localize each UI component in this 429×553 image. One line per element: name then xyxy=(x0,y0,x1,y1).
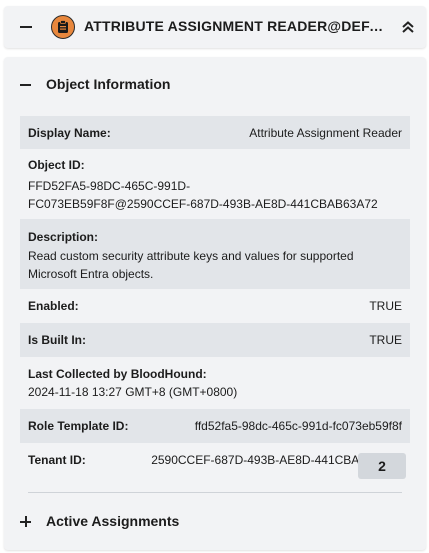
minus-icon[interactable] xyxy=(19,78,33,92)
object-id-row: Object ID: FFD52FA5-98DC-465C-991D- FC07… xyxy=(20,158,410,218)
field-value: Attribute Assignment Reader xyxy=(249,125,402,140)
object-information-header[interactable]: Object Information xyxy=(4,71,426,101)
field-value: Read custom security attribute keys and … xyxy=(28,249,354,281)
field-value: 2024-11-18 13:27 GMT+8 (GMT+0800) xyxy=(28,385,238,399)
active-assignments-header[interactable]: Active Assignments xyxy=(4,508,426,538)
node-title: ATTRIBUTE ASSIGNMENT READER@DEFAUL... xyxy=(84,18,388,34)
last-collected-row: Last Collected by BloodHound: 2024-11-18… xyxy=(20,357,410,409)
role-icon xyxy=(51,15,75,39)
field-value: FFD52FA5-98DC-465C-991D- FC073EB59F8F@25… xyxy=(28,179,378,211)
collapse-panel-button[interactable] xyxy=(18,19,34,35)
divider xyxy=(28,492,402,493)
field-label: Object ID: xyxy=(28,158,85,172)
role-template-id-row: Role Template ID: ffd52fa5-98dc-465c-991… xyxy=(20,409,410,443)
display-name-row: Display Name: Attribute Assignment Reade… xyxy=(20,116,410,149)
section-title: Object Information xyxy=(46,76,171,92)
node-header: ATTRIBUTE ASSIGNMENT READER@DEFAUL... xyxy=(4,6,426,48)
field-label: Display Name: xyxy=(28,125,111,140)
field-value: TRUE xyxy=(369,299,402,313)
field-value: TRUE xyxy=(369,333,402,347)
double-chevron-up-icon xyxy=(402,21,414,33)
field-label: Tenant ID: xyxy=(28,453,86,467)
field-label: Role Template ID: xyxy=(28,419,129,433)
field-value: ffd52fa5-98dc-465c-991d-fc073eb59f8f xyxy=(194,419,402,433)
clipboard-icon xyxy=(58,20,68,33)
description-row: Description: Read custom security attrib… xyxy=(20,219,410,289)
tenant-id-row: Tenant ID: 2590CCEF-687D-493B-AE8D-441CB… xyxy=(20,443,410,477)
collapse-all-button[interactable] xyxy=(399,18,417,36)
section-title: Active Assignments xyxy=(46,513,180,529)
is-built-in-row: Is Built In: TRUE xyxy=(20,323,410,357)
field-label: Enabled: xyxy=(28,299,79,313)
field-label: Is Built In: xyxy=(28,333,86,347)
field-label: Description: xyxy=(28,230,99,244)
enabled-row: Enabled: TRUE xyxy=(20,289,410,323)
field-label: Last Collected by BloodHound: xyxy=(28,367,207,381)
count-badge: 2 xyxy=(358,453,406,479)
plus-icon[interactable] xyxy=(19,515,33,529)
